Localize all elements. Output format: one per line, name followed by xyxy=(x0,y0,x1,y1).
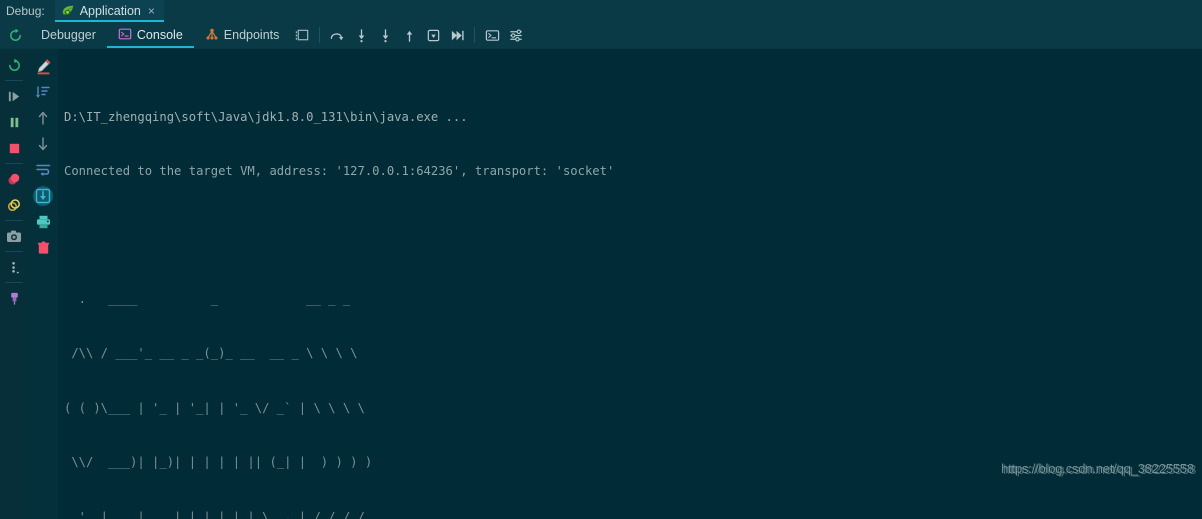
debug-actions-sidebar xyxy=(0,49,28,519)
toolbar-divider xyxy=(319,27,321,43)
console-terminal-icon xyxy=(118,27,132,44)
pin-tab-icon[interactable] xyxy=(1,285,27,311)
step-over-icon[interactable] xyxy=(325,23,349,47)
sidebar-divider-5 xyxy=(5,282,23,283)
spring-banner-line: /\\ / ___'_ __ _ _(_)_ __ __ _ \ \ \ \ xyxy=(64,346,358,361)
spring-leaf-icon xyxy=(61,4,75,18)
camera-icon[interactable] xyxy=(1,223,27,249)
console-output[interactable]: D:\IT_zhengqing\soft\Java\jdk1.8.0_131\b… xyxy=(58,49,1202,519)
rerun-icon[interactable] xyxy=(1,52,27,78)
clear-all-icon[interactable] xyxy=(30,235,56,261)
print-icon[interactable] xyxy=(30,209,56,235)
force-step-into-icon[interactable] xyxy=(373,23,397,47)
pause-program-icon[interactable] xyxy=(1,109,27,135)
evaluate-expression-icon[interactable] xyxy=(480,23,504,47)
debug-body: D:\IT_zhengqing\soft\Java\jdk1.8.0_131\b… xyxy=(0,49,1202,519)
scroll-up-icon[interactable] xyxy=(30,105,56,131)
tab-application[interactable]: Application × xyxy=(54,0,164,22)
sort-icon[interactable] xyxy=(30,79,56,105)
watermark-text-b: https://blog.csdn.net/qq_38225558 xyxy=(1003,462,1196,478)
tab-debugger-label: Debugger xyxy=(41,28,96,42)
step-out-icon[interactable] xyxy=(397,23,421,47)
debug-toolbar: Debugger Console Endpoints xyxy=(0,22,1202,49)
stop-icon[interactable] xyxy=(1,135,27,161)
sidebar-divider-4 xyxy=(5,251,23,252)
tab-endpoints-label: Endpoints xyxy=(223,28,280,42)
debug-label: Debug: xyxy=(6,4,45,18)
scroll-to-end-icon[interactable] xyxy=(30,183,56,209)
endpoints-icon xyxy=(205,27,219,44)
debug-tool-window: Debug: Application × Debugger Console En… xyxy=(0,0,1202,519)
console-actions-sidebar xyxy=(28,49,58,519)
scroll-down-icon[interactable] xyxy=(30,131,56,157)
layout-settings-icon[interactable] xyxy=(504,23,528,47)
close-icon[interactable]: × xyxy=(148,4,155,18)
tab-console-active-underline xyxy=(106,45,194,48)
tab-application-label: Application xyxy=(79,4,141,18)
toolbar-divider-2 xyxy=(474,27,476,43)
resume-program-icon[interactable] xyxy=(1,83,27,109)
mute-breakpoints-icon[interactable] xyxy=(1,166,27,192)
highlight-pen-icon[interactable] xyxy=(30,53,56,79)
sidebar-divider-3 xyxy=(5,220,23,221)
show-execution-point-icon[interactable] xyxy=(290,23,314,47)
debug-tab-strip: Debug: Application × xyxy=(0,0,1202,22)
spring-banner-line: ( ( )\___ | '_ | '_| | '_ \/ _` | \ \ \ … xyxy=(64,400,365,415)
sidebar-divider xyxy=(5,80,23,81)
drop-frame-icon[interactable] xyxy=(421,23,445,47)
watermark: https://blog.csdn.net/qq_38225558 https:… xyxy=(1001,424,1196,515)
more-options-icon[interactable] xyxy=(1,254,27,280)
tab-endpoints[interactable]: Endpoints xyxy=(194,22,291,48)
step-into-icon[interactable] xyxy=(349,23,373,47)
tab-console-label: Console xyxy=(136,28,183,42)
sidebar-divider-2 xyxy=(5,163,23,164)
soft-wrap-icon[interactable] xyxy=(30,157,56,183)
spring-banner-line: . ____ _ __ _ _ xyxy=(64,291,351,306)
run-to-cursor-icon[interactable] xyxy=(445,23,469,47)
view-breakpoints-icon[interactable] xyxy=(1,192,27,218)
console-line-command: D:\IT_zhengqing\soft\Java\jdk1.8.0_131\b… xyxy=(64,109,468,124)
tab-console[interactable]: Console xyxy=(106,22,194,48)
tab-debugger[interactable]: Debugger xyxy=(30,22,107,48)
console-line-connected: Connected to the target VM, address: '12… xyxy=(64,164,615,179)
rerun-icon[interactable] xyxy=(0,28,30,43)
